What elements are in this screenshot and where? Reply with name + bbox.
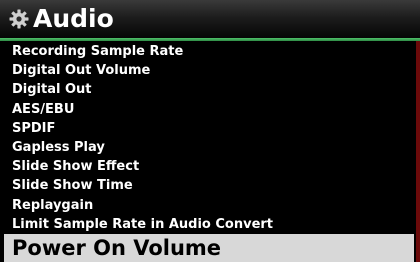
audio-settings-screen: Audio Recording Sample Rate Digital Out … [0, 0, 420, 262]
header-accent-line [0, 38, 420, 41]
scrollbar-track[interactable] [416, 41, 420, 262]
menu-item-limit-sample-rate[interactable]: Limit Sample Rate in Audio Convert [0, 215, 414, 234]
menu-item-digital-out[interactable]: Digital Out [0, 80, 414, 99]
menu-item-aes-ebu[interactable]: AES/EBU [0, 100, 414, 119]
header-bar: Audio [0, 0, 420, 38]
menu-item-slide-show-effect[interactable]: Slide Show Effect [0, 157, 414, 176]
menu-item-digital-out-volume[interactable]: Digital Out Volume [0, 61, 414, 80]
gear-icon [9, 9, 29, 29]
menu-item-spdif[interactable]: SPDIF [0, 119, 414, 138]
page-title: Audio [33, 4, 114, 33]
menu-item-slide-show-time[interactable]: Slide Show Time [0, 176, 414, 195]
menu-item-recording-sample-rate[interactable]: Recording Sample Rate [0, 42, 414, 61]
menu-item-replaygain[interactable]: Replaygain [0, 196, 414, 215]
settings-menu: Recording Sample Rate Digital Out Volume… [0, 42, 414, 234]
menu-item-gapless-play[interactable]: Gapless Play [0, 138, 414, 157]
menu-item-power-on-volume-selected[interactable]: Power On Volume [4, 234, 414, 262]
